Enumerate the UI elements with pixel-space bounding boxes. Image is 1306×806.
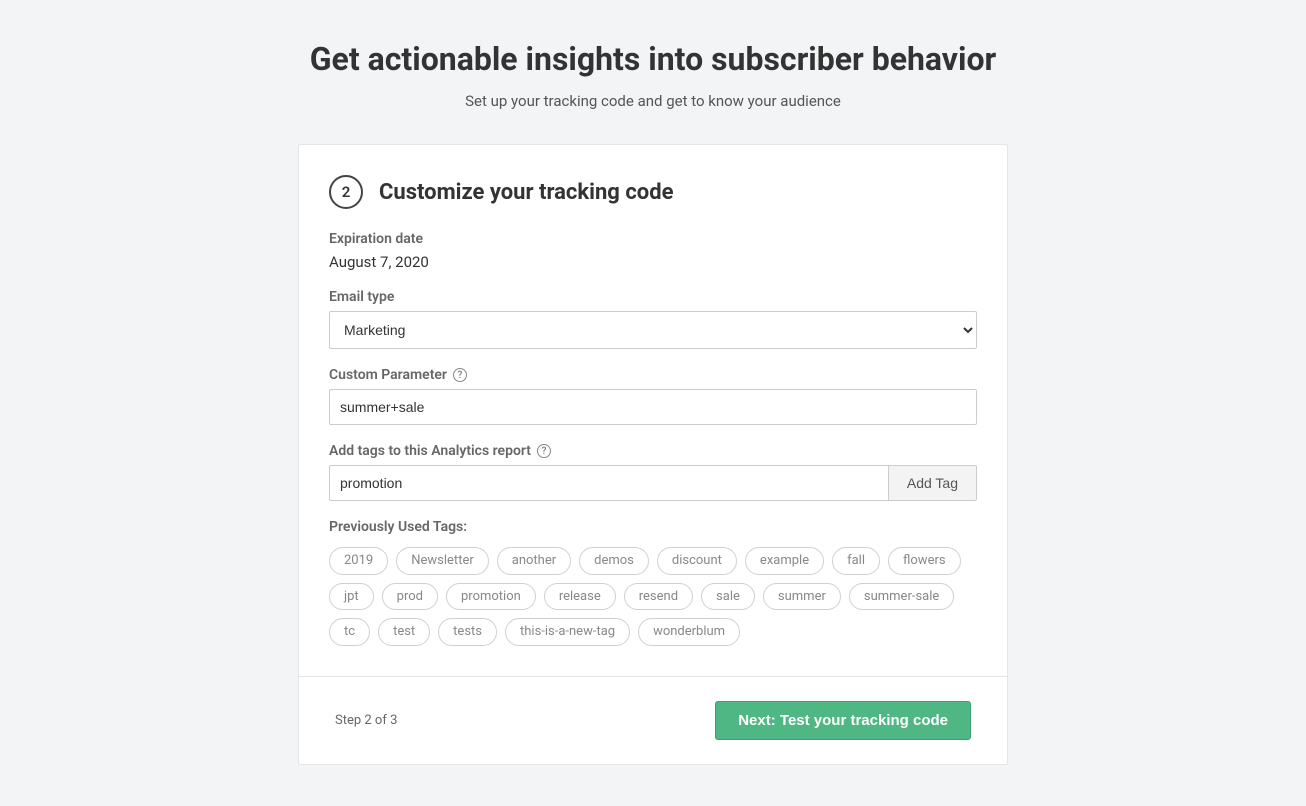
tag-chip[interactable]: release: [544, 583, 616, 611]
custom-param-label: Custom Parameter ?: [329, 367, 977, 383]
tag-chips-container: 2019 Newsletter another demos discount exampl…: [329, 547, 977, 646]
tag-chip[interactable]: this-is-a-new-tag: [505, 618, 630, 646]
tag-chip[interactable]: demos: [579, 547, 649, 575]
tag-chip[interactable]: tests: [438, 618, 497, 646]
tag-chip[interactable]: flowers: [888, 547, 961, 575]
prev-tags-label: Previously Used Tags:: [329, 519, 977, 535]
tag-chip[interactable]: another: [497, 547, 571, 575]
tag-chip[interactable]: Newsletter: [396, 547, 489, 575]
custom-param-label-text: Custom Parameter: [329, 367, 447, 383]
tag-chip[interactable]: prod: [382, 583, 438, 611]
tag-chip[interactable]: wonderblum: [638, 618, 740, 646]
email-type-label: Email type: [329, 289, 977, 305]
section-title: Customize your tracking code: [379, 180, 674, 205]
page-title: Get actionable insights into subscriber …: [153, 40, 1153, 78]
expiration-label: Expiration date: [329, 231, 977, 247]
help-icon[interactable]: ?: [453, 368, 467, 382]
expiration-value: August 7, 2020: [329, 253, 977, 271]
page-subtitle: Set up your tracking code and get to kno…: [153, 92, 1153, 110]
tag-chip[interactable]: resend: [624, 583, 693, 611]
email-type-select[interactable]: Marketing: [329, 311, 977, 349]
add-tag-button[interactable]: Add Tag: [889, 465, 977, 501]
tag-chip[interactable]: summer-sale: [849, 583, 954, 611]
tag-chip[interactable]: example: [745, 547, 824, 575]
tag-chip[interactable]: tc: [329, 618, 370, 646]
tags-label: Add tags to this Analytics report ?: [329, 443, 977, 459]
tag-chip[interactable]: sale: [701, 583, 755, 611]
step-number-badge: 2: [329, 175, 363, 209]
tracking-card: 2 Customize your tracking code Expiratio…: [298, 144, 1008, 765]
tag-chip[interactable]: promotion: [446, 583, 536, 611]
help-icon[interactable]: ?: [537, 444, 551, 458]
tag-input[interactable]: [329, 465, 889, 501]
step-indicator: Step 2 of 3: [335, 713, 397, 728]
tag-chip[interactable]: fall: [832, 547, 880, 575]
tag-chip[interactable]: 2019: [329, 547, 388, 575]
tag-chip[interactable]: summer: [763, 583, 841, 611]
tag-chip[interactable]: test: [378, 618, 430, 646]
custom-param-input[interactable]: [329, 389, 977, 425]
tag-chip[interactable]: discount: [657, 547, 737, 575]
next-button[interactable]: Next: Test your tracking code: [715, 701, 971, 740]
tags-label-text: Add tags to this Analytics report: [329, 443, 531, 459]
tag-chip[interactable]: jpt: [329, 583, 374, 611]
